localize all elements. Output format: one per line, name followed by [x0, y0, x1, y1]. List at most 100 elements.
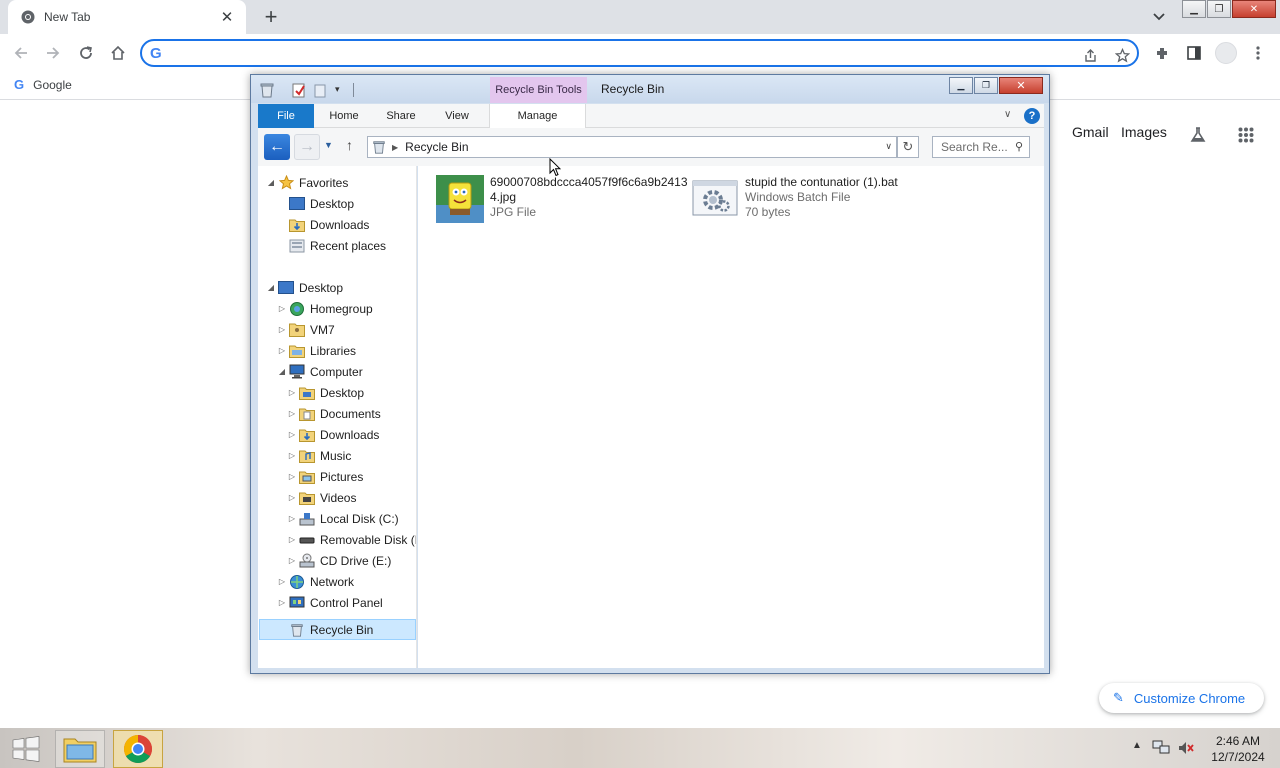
tree-item-network[interactable]: ▷ Network — [277, 571, 354, 592]
network-tray-icon[interactable] — [1152, 740, 1170, 756]
bookmark-google[interactable]: G Google — [14, 77, 72, 92]
file-item[interactable]: 69000708bdccca4057f9f6c6a9b2413 4.jpg JP… — [436, 175, 688, 227]
reload-icon[interactable] — [75, 42, 97, 64]
tree-item-favorites[interactable]: ◢ Favorites — [266, 172, 348, 193]
apps-grid-icon[interactable] — [1235, 124, 1257, 146]
bookmark-star-icon[interactable] — [1112, 45, 1132, 65]
tree-item-pictures[interactable]: ▷ Pictures — [287, 466, 363, 487]
expand-arrow-icon[interactable]: ▷ — [277, 325, 287, 334]
tree-item-control-panel[interactable]: ▷ Control Panel — [277, 592, 383, 613]
taskbar-clock[interactable]: 2:46 AM 12/7/2024 — [1205, 733, 1271, 765]
downloads-folder-icon — [298, 427, 316, 443]
new-tab-button[interactable]: + — [258, 4, 284, 30]
start-button[interactable] — [6, 732, 46, 766]
volume-muted-icon[interactable] — [1177, 740, 1195, 756]
search-field[interactable]: Search Re... ⚲ — [932, 136, 1030, 158]
forward-button[interactable]: → — [294, 134, 320, 160]
tree-item-videos[interactable]: ▷ Videos — [287, 487, 356, 508]
images-link[interactable]: Images — [1121, 124, 1167, 140]
customize-chrome-label: Customize Chrome — [1133, 690, 1246, 706]
taskbar-chrome[interactable] — [113, 730, 163, 768]
tab-view[interactable]: View — [431, 104, 483, 128]
file-type: Windows Batch File — [745, 190, 851, 204]
address-bar[interactable]: ▶ Recycle Bin ∨ — [367, 136, 897, 158]
expand-arrow-icon[interactable]: ▷ — [277, 346, 287, 355]
explorer-window: ▾ Recycle Bin Tools Recycle Bin ▁ ❐ ✕ Fi… — [250, 74, 1050, 674]
expand-arrow-icon[interactable]: ▷ — [287, 493, 297, 502]
tree-item-downloads[interactable]: ▷ Downloads — [287, 424, 379, 445]
tree-item-music[interactable]: ▷ Music — [287, 445, 351, 466]
expand-arrow-icon[interactable]: ▷ — [287, 556, 297, 565]
tray-overflow-icon[interactable]: ▲ — [1132, 740, 1142, 751]
explorer-restore-button[interactable]: ❐ — [974, 77, 998, 94]
tab-search-chevron-icon[interactable] — [1148, 6, 1170, 28]
side-panel-icon[interactable] — [1183, 42, 1205, 64]
expand-arrow-icon[interactable]: ▷ — [287, 388, 297, 397]
help-icon[interactable]: ? — [1024, 108, 1040, 124]
tab-close-icon[interactable]: ✕ — [218, 8, 236, 26]
tree-item-documents[interactable]: ▷ Documents — [287, 403, 381, 424]
restore-button[interactable]: ❐ — [1207, 0, 1231, 18]
tree-item-recent-places[interactable]: Recent places — [277, 235, 386, 256]
tree-item-homegroup[interactable]: ▷ Homegroup — [277, 298, 373, 319]
minimize-button[interactable]: ▁ — [1182, 0, 1206, 18]
explorer-minimize-button[interactable]: ▁ — [949, 77, 973, 94]
tree-item-desktop[interactable]: ◢ Desktop — [266, 277, 343, 298]
address-dropdown-icon[interactable]: ∨ — [885, 141, 892, 152]
tree-item-fav-desktop[interactable]: Desktop — [277, 193, 354, 214]
explorer-close-button[interactable]: ✕ — [999, 77, 1043, 94]
share-icon[interactable] — [1080, 45, 1100, 65]
new-folder-icon[interactable] — [313, 82, 329, 98]
expand-ribbon-chevron-icon[interactable]: ∨ — [1004, 109, 1011, 120]
tab-home[interactable]: Home — [318, 104, 370, 128]
expand-arrow-icon[interactable]: ▷ — [287, 430, 297, 439]
tree-item-vm7[interactable]: ▷ VM7 — [277, 319, 335, 340]
forward-icon[interactable] — [42, 42, 64, 64]
expand-arrow-icon[interactable]: ▷ — [287, 514, 297, 523]
omnibox-input[interactable] — [169, 45, 1137, 61]
home-icon[interactable] — [107, 42, 129, 64]
tree-item-computer[interactable]: ◢ Computer — [277, 361, 363, 382]
expand-arrow-icon[interactable]: ▷ — [277, 598, 287, 607]
collapse-arrow-icon[interactable]: ◢ — [266, 283, 276, 292]
expand-arrow-icon[interactable]: ▷ — [277, 304, 287, 313]
tree-item-computer-desktop[interactable]: ▷ Desktop — [287, 382, 364, 403]
tree-item-libraries[interactable]: ▷ Libraries — [277, 340, 356, 361]
file-item[interactable]: stupid the contunatior (1).bat Windows B… — [691, 175, 898, 227]
expand-arrow-icon[interactable]: ▷ — [287, 535, 297, 544]
tree-item-cd-drive[interactable]: ▷ CD Drive (E:) — [287, 550, 391, 571]
tab-manage[interactable]: Manage — [489, 104, 586, 128]
profile-avatar[interactable] — [1215, 42, 1237, 64]
taskbar-file-explorer[interactable] — [55, 730, 105, 768]
breadcrumb-arrow-icon[interactable]: ▶ — [392, 143, 398, 152]
omnibox[interactable]: G — [140, 39, 1139, 67]
recent-locations-dropdown-icon[interactable]: ▼ — [324, 140, 333, 150]
close-button[interactable]: ✕ — [1232, 0, 1276, 18]
up-arrow-icon[interactable]: ↑ — [346, 137, 353, 153]
expand-arrow-icon[interactable]: ▷ — [277, 577, 287, 586]
gmail-link[interactable]: Gmail — [1072, 124, 1109, 140]
tree-item-local-disk[interactable]: ▷ Local Disk (C:) — [287, 508, 399, 529]
tab-share[interactable]: Share — [375, 104, 427, 128]
collapse-arrow-icon[interactable]: ◢ — [266, 178, 276, 187]
quick-access-dropdown-icon[interactable]: ▾ — [335, 84, 351, 100]
file-type: JPG File — [490, 205, 537, 219]
extensions-icon[interactable] — [1151, 42, 1173, 64]
back-button[interactable]: ← — [264, 134, 290, 160]
properties-icon[interactable] — [291, 82, 307, 98]
refresh-button[interactable]: ↻ — [897, 136, 919, 158]
breadcrumb-recycle-bin[interactable]: Recycle Bin — [405, 140, 468, 154]
expand-arrow-icon[interactable]: ▷ — [287, 472, 297, 481]
chrome-tab-new-tab[interactable]: New Tab ✕ — [8, 0, 246, 34]
expand-arrow-icon[interactable]: ▷ — [287, 451, 297, 460]
collapse-arrow-icon[interactable]: ◢ — [277, 367, 287, 376]
labs-flask-icon[interactable] — [1187, 124, 1209, 146]
expand-arrow-icon[interactable]: ▷ — [287, 409, 297, 418]
customize-chrome-button[interactable]: ✎ Customize Chrome — [1099, 683, 1264, 713]
tab-file[interactable]: File — [258, 104, 314, 128]
tree-item-fav-downloads[interactable]: Downloads — [277, 214, 369, 235]
tree-item-removable-disk[interactable]: ▷ Removable Disk (D — [287, 529, 416, 550]
chrome-menu-icon[interactable] — [1247, 42, 1269, 64]
back-icon[interactable] — [10, 42, 32, 64]
tree-item-recycle-bin[interactable]: Recycle Bin — [259, 619, 416, 640]
